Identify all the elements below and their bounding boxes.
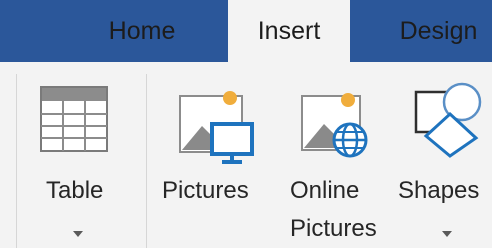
group-divider (146, 74, 147, 248)
online-pictures-label-line2: Pictures (290, 215, 377, 242)
ribbon-tab-bar: Home Insert Design (0, 0, 492, 62)
table-button[interactable]: Table (18, 76, 144, 246)
shapes-icon (412, 80, 486, 158)
tab-insert[interactable]: Insert (228, 0, 350, 62)
table-dropdown-caret[interactable] (73, 231, 83, 237)
pictures-icon (178, 80, 260, 164)
pictures-label: Pictures (162, 177, 249, 204)
table-label: Table (46, 177, 104, 204)
pictures-button[interactable]: Pictures (158, 76, 270, 246)
online-pictures-icon (300, 80, 380, 164)
shapes-dropdown-caret[interactable] (442, 231, 452, 237)
table-icon (40, 86, 108, 152)
online-pictures-button[interactable]: Online Pictures (288, 76, 396, 246)
tab-home[interactable]: Home (88, 0, 196, 62)
online-pictures-label-line1: Online (290, 177, 360, 204)
ribbon-edge-divider (16, 74, 17, 248)
tab-design[interactable]: Design (385, 0, 492, 62)
shapes-label: Shapes (398, 177, 480, 204)
shapes-button[interactable]: Shapes (398, 76, 492, 246)
